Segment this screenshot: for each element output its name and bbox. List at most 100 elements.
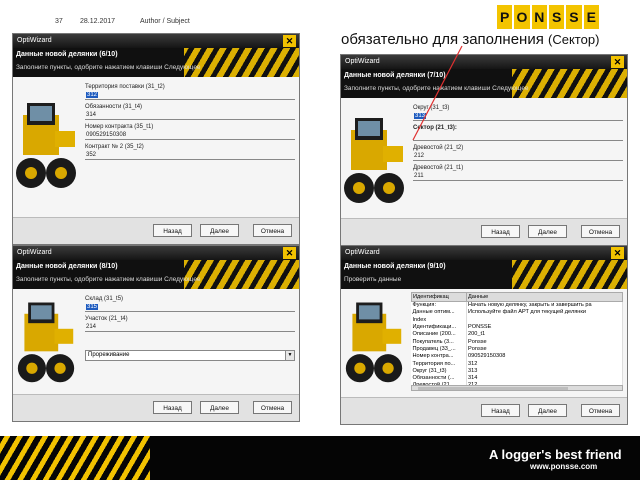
plot-input[interactable]: 214 — [85, 323, 295, 332]
table-cell-id: Покупатель (3... — [411, 338, 467, 346]
window-titlebar: OptiWizard ✕ — [341, 246, 627, 260]
logo-letter: N — [531, 5, 547, 29]
table-cell-data: Ponsse — [466, 345, 623, 354]
harvester-image — [16, 103, 76, 188]
step-title: Данные новой делянки (8/10) — [16, 263, 118, 270]
table-cell-data: Ponsse — [466, 338, 623, 346]
field-label: Контракт № 2 (35_t2) — [85, 144, 144, 150]
field-label: Древостой (21_t2) — [413, 145, 464, 151]
next-button[interactable]: Далее — [528, 404, 567, 417]
field-label: Участок (21_t4) — [85, 316, 128, 322]
table-cell-data: 313 — [466, 367, 623, 375]
close-button[interactable]: ✕ — [283, 35, 296, 47]
slide-headline: обязательно для заполнения (Сектор) — [341, 31, 599, 48]
window-titlebar: OptiWizard ✕ — [13, 34, 299, 48]
table-row[interactable]: Номер контра... 090529150308 — [411, 353, 623, 361]
field-label: Обязанности (31_t4) — [85, 104, 143, 110]
table-cell-data: 200_t1 — [466, 331, 623, 339]
wizard-banner: Данные новой делянки (8/10) Заполните пу… — [13, 260, 299, 289]
table-row[interactable]: Данные оптим... Используйте файл АРТ для … — [411, 309, 623, 317]
table-row[interactable]: Index — [411, 316, 623, 324]
table-header-row: Идентификац Данные — [411, 292, 623, 302]
table-cell-data: 314 — [466, 374, 623, 383]
cancel-button[interactable]: Отмена — [581, 225, 620, 238]
table-row[interactable]: Покупатель (3... Ponsse — [411, 338, 623, 346]
duties-input[interactable]: 314 — [85, 111, 295, 120]
storage-input[interactable]: 315 — [85, 303, 295, 312]
back-button[interactable]: Назад — [481, 404, 520, 417]
stand-2-input[interactable]: 211 — [413, 172, 623, 181]
table-row[interactable]: Территория по... 312 — [411, 360, 623, 368]
step-subtitle: Заполните пункты, одобрите нажатием клав… — [16, 64, 201, 71]
table-cell-data: 090529150308 — [466, 353, 623, 361]
wizard-banner: Данные новой делянки (9/10) Проверить да… — [341, 260, 627, 289]
table-row[interactable]: Продавец (33_... Ponsse — [411, 345, 623, 354]
table-cell-id: Описание (200... — [411, 331, 467, 339]
field-label: Территория поставки (31_t2) — [85, 84, 165, 90]
summary-table: Идентификац Данные Функция: Начать новую … — [411, 292, 623, 390]
step-title: Данные новой делянки (9/10) — [344, 263, 446, 270]
wizard-banner: Данные новой делянки (6/10) Заполните пу… — [13, 48, 299, 77]
step-title: Данные новой делянки (7/10) — [344, 72, 446, 79]
cutting-type-select[interactable]: Прореживание ▼ — [85, 350, 295, 361]
column-header[interactable]: Данные — [466, 292, 623, 302]
step-subtitle: Заполните пункты, одобрите нажатием клав… — [16, 276, 201, 283]
table-row[interactable]: Обязанности (... 314 — [411, 374, 623, 383]
cancel-button[interactable]: Отмена — [581, 404, 620, 417]
stand-input[interactable]: 212 — [413, 152, 623, 161]
back-button[interactable]: Назад — [481, 225, 520, 238]
table-cell-data — [466, 316, 623, 324]
stripe-decoration — [512, 69, 627, 98]
column-header[interactable]: Идентификац — [411, 292, 467, 302]
next-button[interactable]: Далее — [528, 225, 567, 238]
harvester-image — [17, 302, 75, 383]
step-subtitle: Проверить данные — [344, 276, 402, 283]
table-cell-data: PONSSE — [466, 323, 623, 332]
optiwizard-window-7: OptiWizard ✕ Данные новой делянки (7/10)… — [340, 54, 628, 246]
back-button[interactable]: Назад — [153, 401, 192, 414]
logo-letter: P — [497, 5, 513, 29]
website-url: www.ponsse.com — [530, 462, 598, 471]
field-label: Номер контракта (35_t1) — [85, 124, 154, 130]
logo-letter: O — [514, 5, 530, 29]
table-row[interactable]: Описание (200... 200_t1 — [411, 331, 623, 339]
wizard-banner: Данные новой делянки (7/10) Заполните пу… — [341, 69, 627, 98]
next-button[interactable]: Далее — [200, 224, 239, 237]
table-row[interactable]: Идентификаци... PONSSE — [411, 323, 623, 332]
date-label: 28.12.2017 — [80, 18, 116, 25]
select-value: Прореживание — [88, 352, 130, 358]
horizontal-scrollbar[interactable] — [411, 385, 623, 391]
table-cell-data: 312 — [466, 360, 623, 368]
page-number: 37 — [55, 18, 63, 25]
contract-number-input[interactable]: 090529150308 — [85, 131, 295, 140]
chevron-down-icon[interactable]: ▼ — [285, 351, 294, 360]
cancel-button[interactable]: Отмена — [253, 401, 292, 414]
window-title: OptiWizard — [345, 249, 380, 256]
delivery-area-input[interactable]: 312 — [85, 91, 295, 100]
step-title: Данные новой делянки (6/10) — [16, 51, 118, 58]
table-row[interactable]: Функция: Начать новую делянку, закрыть и … — [411, 301, 623, 310]
optiwizard-window-8: OptiWizard ✕ Данные новой делянки (8/10)… — [12, 245, 300, 422]
sector-input[interactable] — [413, 132, 623, 141]
close-button[interactable]: ✕ — [283, 247, 296, 259]
window-title: OptiWizard — [17, 37, 52, 44]
cancel-button[interactable]: Отмена — [253, 224, 292, 237]
back-button[interactable]: Назад — [153, 224, 192, 237]
next-button[interactable]: Далее — [200, 401, 239, 414]
sector-label: Сектор (21_t3): — [413, 125, 457, 131]
window-title: OptiWizard — [17, 249, 52, 256]
window-titlebar: OptiWizard ✕ — [13, 246, 299, 260]
close-button[interactable]: ✕ — [611, 247, 624, 259]
table-cell-id: Идентификаци... — [411, 323, 467, 332]
window-titlebar: OptiWizard ✕ — [341, 55, 627, 69]
table-cell-id: Функция: — [411, 301, 467, 310]
table-row[interactable]: Округ (31_t3) 313 — [411, 367, 623, 375]
table-cell-id: Территория по... — [411, 360, 467, 368]
scroll-thumb[interactable] — [418, 387, 568, 390]
close-button[interactable]: ✕ — [611, 56, 624, 68]
table-cell-id: Округ (31_t3) — [411, 367, 467, 375]
contract-2-input[interactable]: 352 — [85, 151, 295, 160]
stripe-decoration — [184, 48, 299, 77]
table-cell-id: Index — [411, 316, 467, 324]
district-input[interactable]: 313 — [413, 112, 623, 121]
